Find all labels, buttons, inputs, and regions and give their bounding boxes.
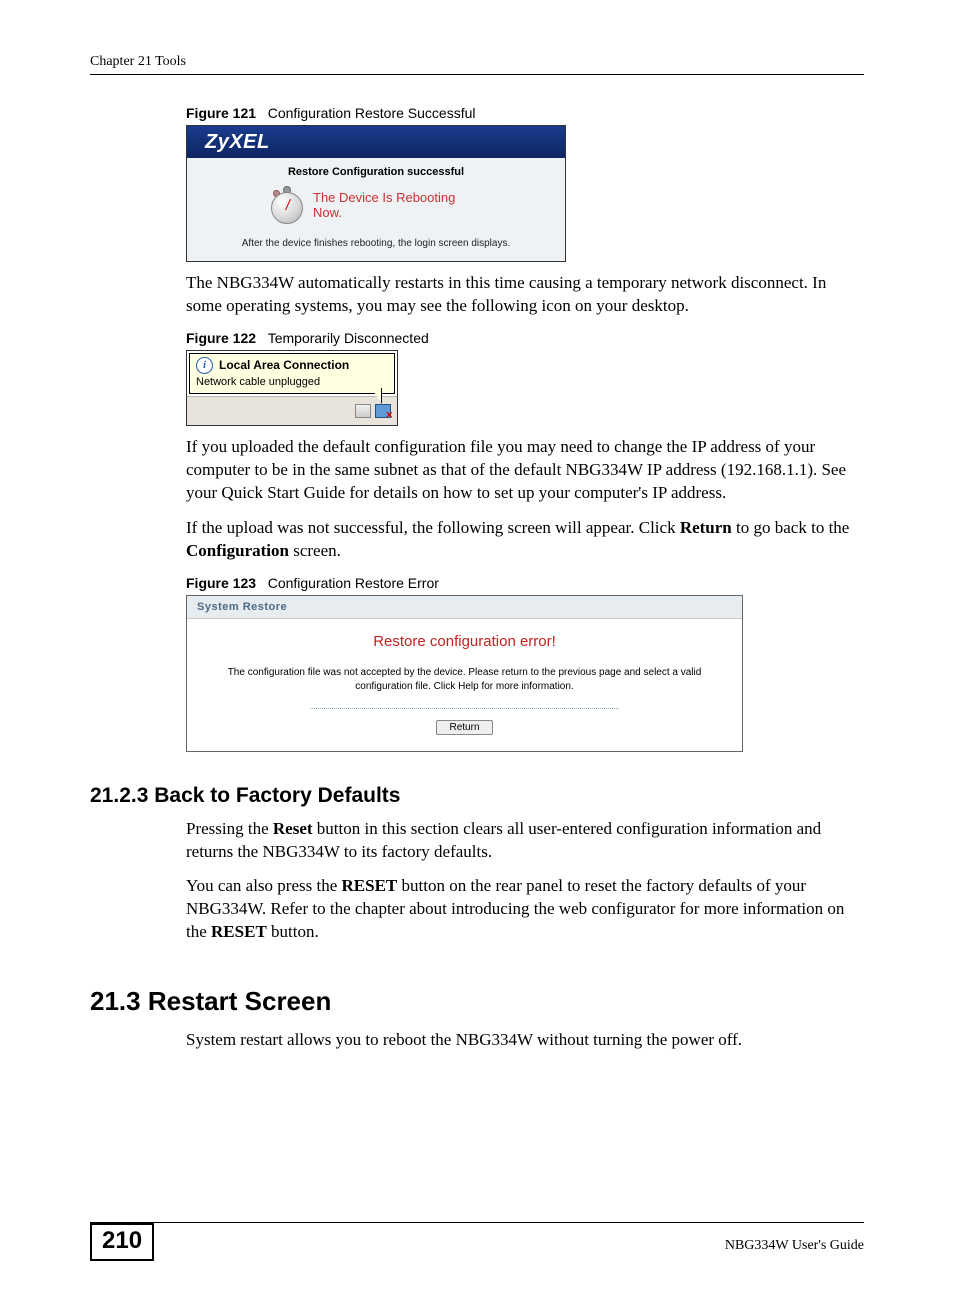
- running-header: Chapter 21 Tools: [90, 54, 864, 70]
- return-bold: Return: [680, 518, 732, 537]
- figure-123: System Restore Restore configuration err…: [186, 595, 743, 752]
- figure-123-caption: Figure 123 Configuration Restore Error: [186, 575, 864, 591]
- figure-123-label: Figure 123: [186, 575, 256, 591]
- tooltip-balloon: i Local Area Connection Network cable un…: [189, 353, 395, 394]
- balloon-tail: [371, 387, 381, 403]
- paragraph-upload-fail: If the upload was not successful, the fo…: [186, 517, 864, 563]
- guide-name: NBG334W User's Guide: [725, 1238, 864, 1254]
- figure-122-title: Temporarily Disconnected: [268, 330, 429, 346]
- restore-error-title: Restore configuration error!: [207, 633, 722, 650]
- factory-defaults-p2: You can also press the RESET button on t…: [186, 875, 864, 944]
- info-icon: i: [196, 357, 213, 374]
- figure-122-label: Figure 122: [186, 330, 256, 346]
- restore-error-message: The configuration file was not accepted …: [207, 666, 722, 694]
- figure-122-caption: Figure 122 Temporarily Disconnected: [186, 330, 864, 346]
- restore-success-title: Restore Configuration successful: [197, 166, 555, 178]
- upload-fail-e: screen.: [289, 541, 341, 560]
- figure-122: i Local Area Connection Network cable un…: [186, 350, 398, 426]
- upload-fail-a: If the upload was not successful, the fo…: [186, 518, 680, 537]
- system-tray: [187, 396, 397, 425]
- fd-p2-a: You can also press the: [186, 876, 342, 895]
- figure-121-caption: Figure 121 Configuration Restore Success…: [186, 105, 864, 121]
- zyxel-logo-bar: ZyXEL: [187, 126, 565, 158]
- system-restore-header: System Restore: [187, 596, 742, 619]
- reset-bold-2: RESET: [342, 876, 398, 895]
- stopwatch-icon: [269, 186, 303, 224]
- page-number: 210: [90, 1223, 154, 1261]
- figure-123-title: Configuration Restore Error: [268, 575, 439, 591]
- page-footer: 210 NBG334W User's Guide: [90, 1222, 864, 1265]
- configuration-bold: Configuration: [186, 541, 289, 560]
- upload-fail-c: to go back to the: [732, 518, 850, 537]
- fd-p1-a: Pressing the: [186, 819, 273, 838]
- network-disconnected-icon: [375, 404, 391, 418]
- balloon-title: Local Area Connection: [219, 358, 349, 372]
- dotted-divider: [310, 708, 619, 709]
- paragraph-restart-note: The NBG334W automatically restarts in th…: [186, 272, 864, 318]
- restart-screen-p1: System restart allows you to reboot the …: [186, 1029, 864, 1052]
- factory-defaults-p1: Pressing the Reset button in this sectio…: [186, 818, 864, 864]
- restore-success-footer: After the device finishes rebooting, the…: [197, 238, 555, 249]
- return-button[interactable]: Return: [436, 720, 492, 735]
- rebooting-text: The Device Is Rebooting Now.: [313, 190, 483, 220]
- figure-121: ZyXEL Restore Configuration successful T…: [186, 125, 566, 262]
- balloon-subtitle: Network cable unplugged: [196, 376, 388, 388]
- figure-121-label: Figure 121: [186, 105, 256, 121]
- paragraph-ip-note: If you uploaded the default configuratio…: [186, 436, 864, 505]
- heading-21-2-3: 21.2.3 Back to Factory Defaults: [90, 784, 864, 808]
- fd-p2-e: button.: [267, 922, 319, 941]
- reset-bold-3: RESET: [211, 922, 267, 941]
- tray-item-icon: [355, 404, 371, 418]
- figure-121-title: Configuration Restore Successful: [268, 105, 476, 121]
- header-rule: [90, 74, 864, 75]
- reset-bold: Reset: [273, 819, 313, 838]
- heading-21-3: 21.3 Restart Screen: [90, 986, 864, 1017]
